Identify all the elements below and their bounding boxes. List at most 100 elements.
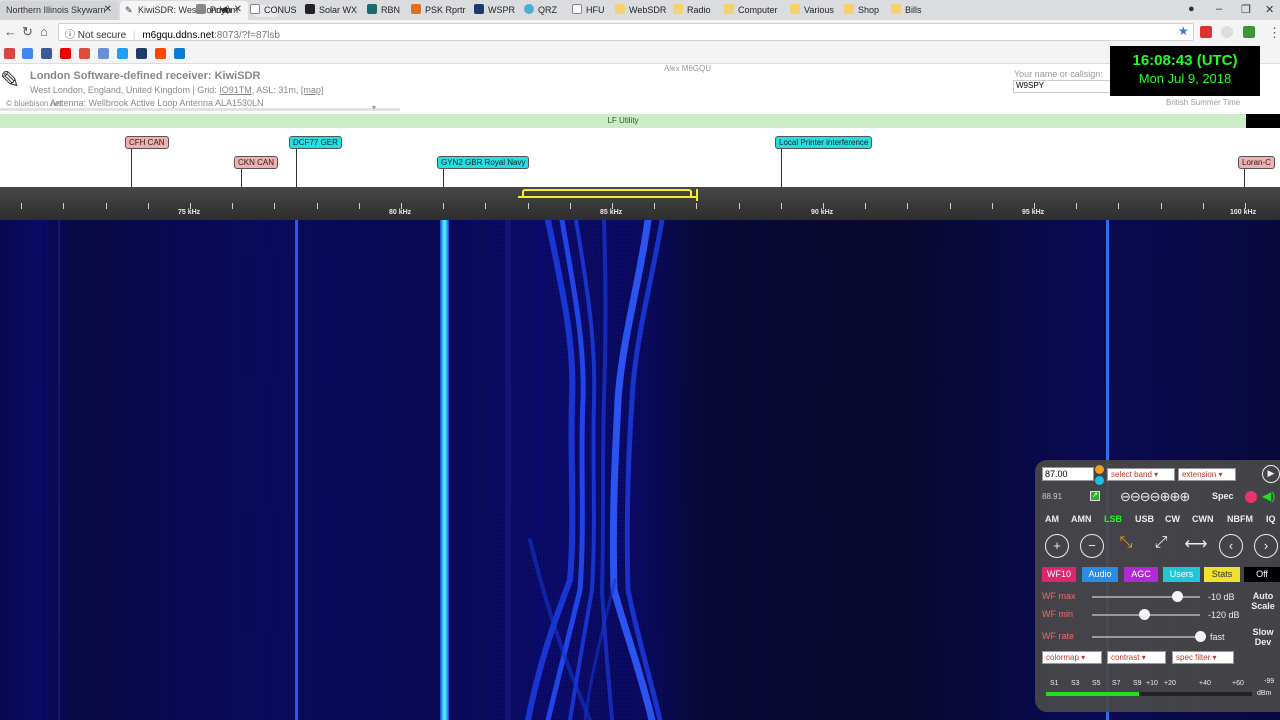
- wf-max-slider[interactable]: [1092, 596, 1200, 598]
- mode-usb[interactable]: USB: [1135, 514, 1154, 524]
- mode-nbfm[interactable]: NBFM: [1227, 514, 1253, 524]
- swap-icon[interactable]: ⟷: [1184, 534, 1208, 558]
- contrast-dropdown[interactable]: contrast ▾: [1107, 651, 1166, 664]
- users-button[interactable]: Users: [1163, 567, 1200, 582]
- extension-icon[interactable]: [1243, 26, 1255, 38]
- menu-icon[interactable]: ⋮: [1268, 25, 1280, 41]
- wf-rate-slider[interactable]: [1092, 636, 1200, 638]
- scale-tick: [485, 203, 486, 209]
- band-bar[interactable]: LF Utility: [0, 114, 1246, 128]
- gmail-icon[interactable]: [4, 48, 15, 59]
- station-label-dcf77[interactable]: DCF77 GER: [289, 136, 342, 149]
- address-bar[interactable]: ⓘ Not secure | m6gqu.ddns.net:8073/?f=87…: [58, 23, 1194, 41]
- bookmark-qrz[interactable]: QRZ: [524, 4, 557, 15]
- youtube-icon[interactable]: [60, 48, 71, 59]
- frequency-input[interactable]: 87.00: [1042, 467, 1094, 481]
- minimize-icon[interactable]: –: [1216, 3, 1222, 15]
- restore-icon[interactable]: ❐: [1241, 3, 1251, 16]
- record-icon[interactable]: [1245, 491, 1257, 503]
- bookmark-shop[interactable]: Shop: [844, 4, 879, 15]
- mode-amn[interactable]: AMN: [1071, 514, 1092, 524]
- tab-skywarn[interactable]: Northern Illinois Skywarn ✕: [0, 1, 118, 20]
- back-icon[interactable]: ←: [4, 24, 17, 39]
- zoom-to-band-icon[interactable]: ⤡: [1114, 534, 1138, 558]
- slow-dev-button[interactable]: Slow Dev: [1246, 627, 1280, 647]
- bookmark-hfu[interactable]: HFU: [572, 4, 605, 15]
- window-close-icon[interactable]: ✕: [1265, 3, 1274, 16]
- station-label-printer[interactable]: Local Printer interference: [775, 136, 873, 149]
- bookmark-conus[interactable]: CONUS: [250, 4, 297, 15]
- station-label-gyn2[interactable]: GYN2 GBR Royal Navy: [437, 156, 530, 169]
- grid-link[interactable]: IO91TM: [219, 85, 252, 95]
- auto-scale-button[interactable]: Auto Scale: [1246, 591, 1280, 611]
- bookmark-wspr[interactable]: WSPR: [474, 4, 515, 15]
- wf-min-label: WF min: [1042, 609, 1073, 619]
- carrier-marker[interactable]: [696, 189, 698, 201]
- zoom-max-out-icon[interactable]: ⤢: [1149, 534, 1173, 558]
- bookmark-icon[interactable]: [136, 48, 147, 59]
- volume-icon[interactable]: ◀): [1262, 489, 1275, 503]
- station-label-ckn[interactable]: CKN CAN: [234, 156, 279, 169]
- mode-cwn[interactable]: CWN: [1192, 514, 1214, 524]
- audio-button[interactable]: Audio: [1082, 567, 1118, 582]
- bookmark-solar-wx[interactable]: Solar WX: [305, 4, 357, 15]
- bookmark-icon[interactable]: [174, 48, 185, 59]
- zoom-out-icon[interactable]: −: [1080, 534, 1104, 558]
- agc-button[interactable]: AGC: [1124, 567, 1158, 582]
- bookmark-websdr[interactable]: WebSDR: [615, 4, 666, 15]
- zoom-step-controls[interactable]: ⊖⊖⊖⊖⊕⊕⊕: [1120, 489, 1190, 505]
- reddit-icon[interactable]: [155, 48, 166, 59]
- bookmark-various[interactable]: Various: [790, 4, 834, 15]
- scale-tick: [274, 203, 275, 209]
- scale-tick: [21, 203, 22, 209]
- gplus-icon[interactable]: [79, 48, 90, 59]
- zoom-in-icon[interactable]: +: [1045, 534, 1069, 558]
- wf-rate-slider-knob[interactable]: [1195, 631, 1206, 642]
- scale-label: 85 kHz: [600, 209, 623, 216]
- google-icon[interactable]: [22, 48, 33, 59]
- close-icon[interactable]: ✕: [104, 4, 112, 15]
- extension-icon[interactable]: [1200, 26, 1212, 38]
- passband-outline[interactable]: [522, 189, 692, 198]
- home-icon[interactable]: ⌂: [40, 24, 48, 39]
- mode-iq[interactable]: IQ: [1266, 514, 1276, 524]
- twitter-icon[interactable]: [117, 48, 128, 59]
- facebook-icon[interactable]: [41, 48, 52, 59]
- wf10-button[interactable]: WF10: [1042, 567, 1076, 582]
- mode-lsb[interactable]: LSB: [1104, 514, 1122, 524]
- freq-step-down-icon[interactable]: [1095, 476, 1104, 485]
- mode-am[interactable]: AM: [1045, 514, 1059, 524]
- colormap-dropdown[interactable]: colormap ▾: [1042, 651, 1102, 664]
- callsign-input[interactable]: W9SPY: [1013, 80, 1111, 93]
- bookmark-priyom[interactable]: Priyom: [196, 4, 238, 15]
- select-band-dropdown[interactable]: select band ▾: [1107, 468, 1175, 481]
- off-button[interactable]: Off: [1244, 567, 1280, 582]
- collapse-header-icon[interactable]: ▾: [372, 103, 376, 112]
- map-link[interactable]: [map]: [301, 85, 324, 95]
- bookmark-psk-rprtr[interactable]: PSK Rprtr: [411, 4, 466, 15]
- station-label-loran[interactable]: Loran-C: [1238, 156, 1275, 169]
- bookmark-rbn[interactable]: RBN: [367, 4, 400, 15]
- mode-cw[interactable]: CW: [1165, 514, 1180, 524]
- weather-icon[interactable]: [98, 48, 109, 59]
- scale-tick: [63, 203, 64, 209]
- bookmark-star-icon[interactable]: ★: [1178, 24, 1189, 38]
- bookmark-computer[interactable]: Computer: [724, 4, 778, 15]
- bookmark-radio[interactable]: Radio: [673, 4, 711, 15]
- bookmark-bills[interactable]: Bills: [891, 4, 922, 15]
- freq-step-up-icon[interactable]: [1095, 465, 1104, 474]
- play-icon[interactable]: ▶: [1262, 465, 1280, 483]
- scale-tick: [443, 203, 444, 209]
- profile-icon[interactable]: ●: [1188, 3, 1195, 15]
- receiver-title: London Software-defined receiver: KiwiSD…: [30, 70, 261, 82]
- link-icon[interactable]: ↗: [1090, 491, 1100, 501]
- station-label-cfh[interactable]: CFH CAN: [125, 136, 169, 149]
- page-right-icon[interactable]: ›: [1254, 534, 1278, 558]
- spec-toggle[interactable]: Spec: [1212, 491, 1234, 501]
- extension-icon[interactable]: [1221, 26, 1233, 38]
- spec-filter-dropdown[interactable]: spec filter ▾: [1172, 651, 1234, 664]
- reload-icon[interactable]: ↻: [22, 24, 33, 40]
- page-left-icon[interactable]: ‹: [1219, 534, 1243, 558]
- extension-dropdown[interactable]: extension ▾: [1178, 468, 1236, 481]
- stats-button[interactable]: Stats: [1204, 567, 1240, 582]
